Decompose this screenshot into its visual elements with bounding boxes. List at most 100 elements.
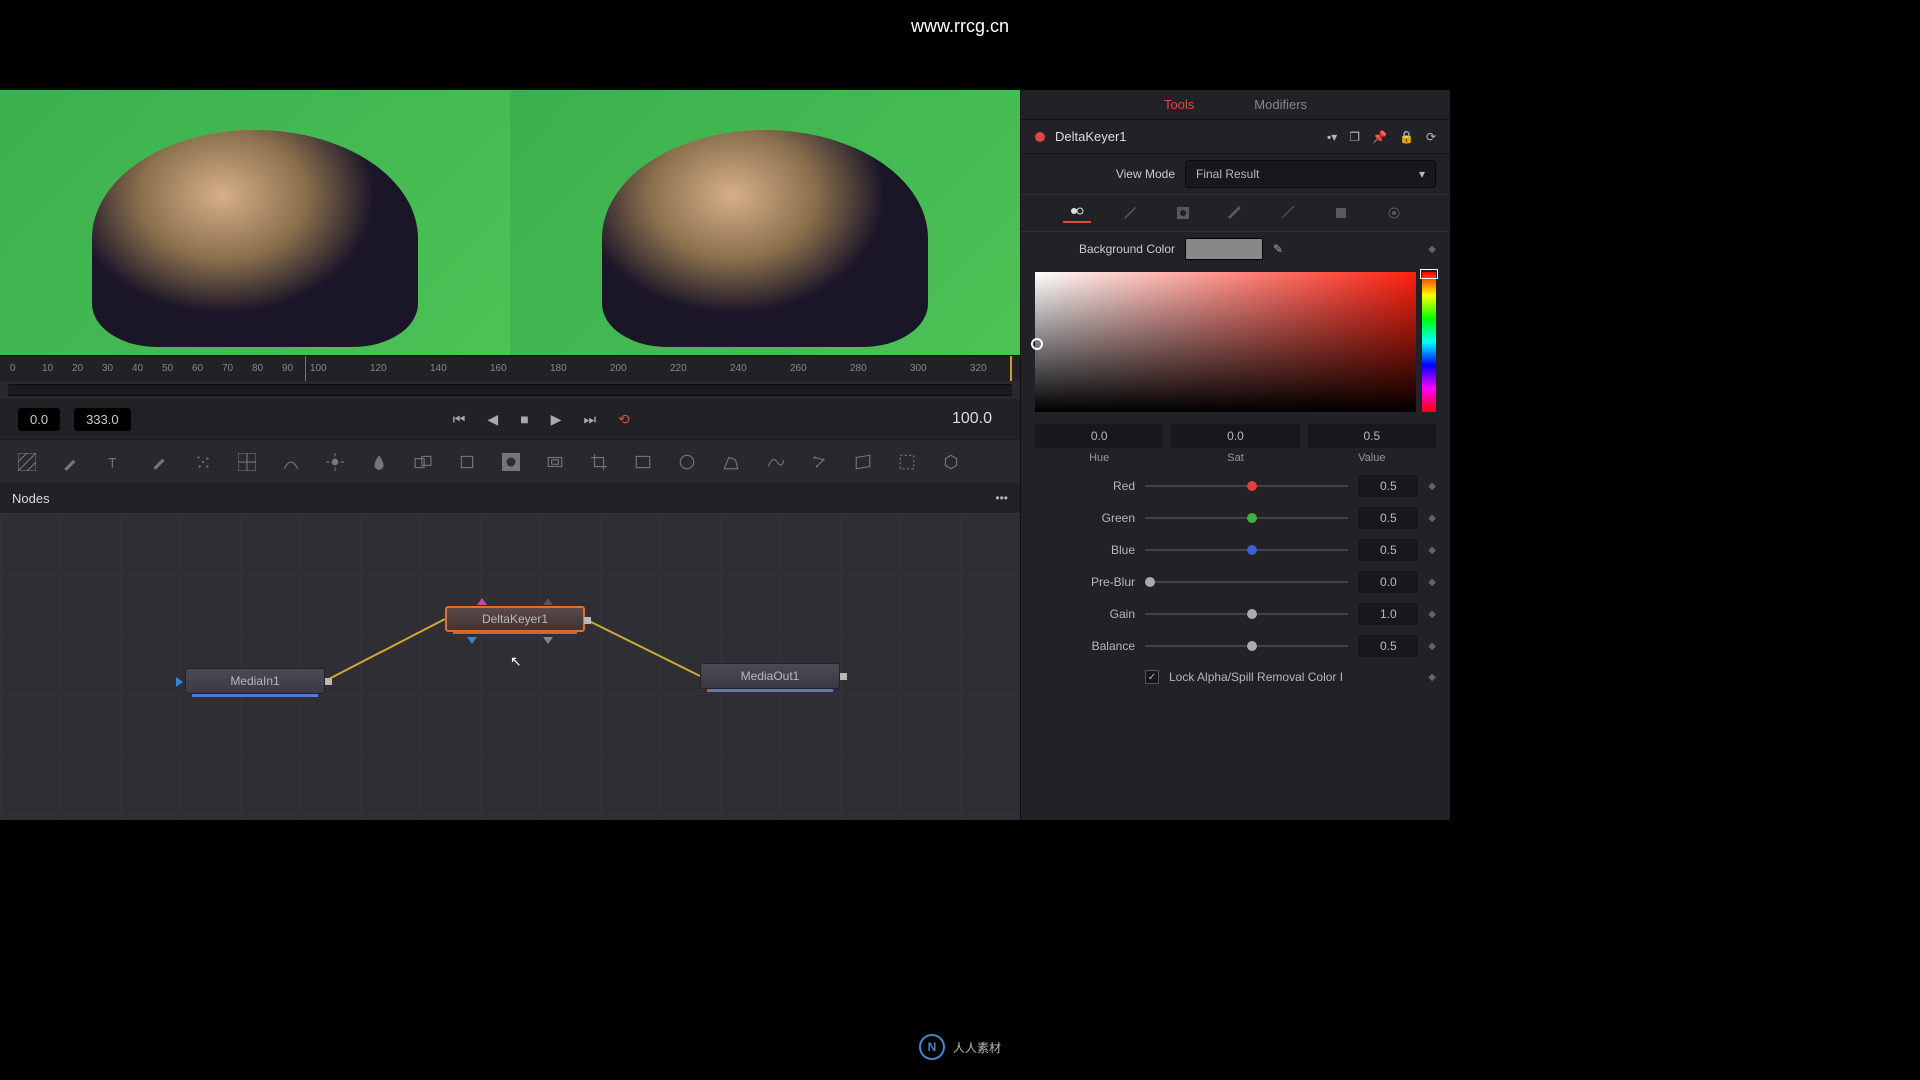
inspector-panel: Tools Modifiers DeltaKeyer1 ▪▾ ❐ 📌 🔒 ⟳ V… bbox=[1020, 90, 1450, 820]
time-ruler[interactable]: 0 10 20 30 40 50 60 70 80 90 100 120 140… bbox=[0, 355, 1020, 381]
subtab-tuning-icon[interactable] bbox=[1274, 203, 1302, 223]
goto-end-icon[interactable]: ⏭ bbox=[583, 411, 596, 428]
transform-tool-icon[interactable] bbox=[458, 453, 476, 471]
eyedropper-icon[interactable]: ✎ bbox=[1273, 242, 1283, 256]
red-value[interactable]: 0.5 bbox=[1358, 475, 1418, 497]
lock-icon[interactable]: 🔒 bbox=[1399, 130, 1414, 144]
planar-tracker-icon[interactable] bbox=[854, 453, 872, 471]
subtab-key-icon[interactable] bbox=[1063, 203, 1091, 223]
gain-slider[interactable] bbox=[1145, 613, 1348, 615]
node-deltakeyer[interactable]: DeltaKeyer1 bbox=[445, 606, 585, 632]
blue-value[interactable]: 0.5 bbox=[1358, 539, 1418, 561]
green-slider[interactable] bbox=[1145, 517, 1348, 519]
viewer-right[interactable] bbox=[510, 90, 1020, 355]
bgcolor-label: Background Color bbox=[1035, 242, 1175, 256]
color-field[interactable] bbox=[1035, 272, 1416, 412]
output-port-icon[interactable] bbox=[840, 673, 847, 680]
color-chip-icon[interactable]: ▪▾ bbox=[1327, 130, 1337, 144]
playhead[interactable] bbox=[305, 356, 306, 381]
node-media-in[interactable]: MediaIn1 bbox=[185, 668, 325, 694]
curve-tool-icon[interactable] bbox=[282, 453, 300, 471]
keyframe-icon[interactable]: ◆ bbox=[1428, 481, 1436, 492]
goto-start-icon[interactable]: ⏮ bbox=[453, 411, 466, 428]
crop-tool-icon[interactable] bbox=[590, 453, 608, 471]
hue-strip[interactable] bbox=[1422, 272, 1436, 412]
tab-modifiers[interactable]: Modifiers bbox=[1254, 97, 1307, 112]
step-back-icon[interactable]: ◀ bbox=[487, 411, 498, 428]
lock-alpha-checkbox[interactable]: ✓ bbox=[1145, 670, 1159, 684]
background-tool-icon[interactable] bbox=[18, 453, 36, 471]
play-icon[interactable]: ▶ bbox=[551, 411, 562, 428]
subtab-mask-icon[interactable] bbox=[1327, 203, 1355, 223]
output-port-icon[interactable] bbox=[584, 617, 591, 624]
blue-slider[interactable] bbox=[1145, 549, 1348, 551]
balance-slider[interactable] bbox=[1145, 645, 1348, 647]
polygon-mask-icon[interactable] bbox=[722, 453, 740, 471]
preblur-slider[interactable] bbox=[1145, 581, 1348, 583]
red-slider[interactable] bbox=[1145, 485, 1348, 487]
solid-matte-port-icon[interactable] bbox=[543, 637, 553, 644]
stop-icon[interactable]: ■ bbox=[520, 411, 528, 427]
subtab-matte-icon[interactable] bbox=[1169, 203, 1197, 223]
pin-icon[interactable]: 📌 bbox=[1372, 130, 1387, 144]
blue-label: Blue bbox=[1035, 543, 1135, 557]
green-value[interactable]: 0.5 bbox=[1358, 507, 1418, 529]
keyer-subtabs bbox=[1021, 194, 1450, 232]
balance-value[interactable]: 0.5 bbox=[1358, 635, 1418, 657]
particles-tool-icon[interactable] bbox=[194, 453, 212, 471]
keyframe-icon[interactable]: ◆ bbox=[1428, 513, 1436, 524]
hue-value[interactable]: 0.0 bbox=[1035, 424, 1163, 448]
sat-value[interactable]: 0.0 bbox=[1171, 424, 1299, 448]
ellipse-mask-icon[interactable] bbox=[678, 453, 696, 471]
keyframe-icon[interactable]: ◆ bbox=[1428, 672, 1436, 683]
merge-tool-icon[interactable] bbox=[414, 453, 432, 471]
subtab-settings-icon[interactable] bbox=[1380, 203, 1408, 223]
rectangle-mask-icon[interactable] bbox=[634, 453, 652, 471]
bgcolor-swatch[interactable] bbox=[1185, 238, 1263, 260]
keyframe-icon[interactable]: ◆ bbox=[1428, 577, 1436, 588]
gain-value[interactable]: 1.0 bbox=[1358, 603, 1418, 625]
in-time[interactable]: 0.0 bbox=[18, 408, 60, 431]
text-tool-icon[interactable]: T bbox=[106, 453, 124, 471]
versions-icon[interactable]: ❐ bbox=[1349, 130, 1360, 144]
brush-tool-icon[interactable] bbox=[150, 453, 168, 471]
corner-pin-icon[interactable] bbox=[898, 453, 916, 471]
out-time[interactable]: 333.0 bbox=[74, 408, 131, 431]
node-media-out[interactable]: MediaOut1 bbox=[700, 663, 840, 689]
input-port-icon[interactable] bbox=[176, 677, 183, 687]
paint-tool-icon[interactable] bbox=[62, 453, 80, 471]
loop-icon[interactable]: ⟲ bbox=[618, 411, 630, 428]
value-value[interactable]: 0.5 bbox=[1308, 424, 1436, 448]
lock-alpha-label: Lock Alpha/Spill Removal Color I bbox=[1169, 670, 1343, 684]
output-port-icon[interactable] bbox=[325, 678, 332, 685]
scrubber[interactable] bbox=[8, 384, 1012, 396]
garbage-matte-port-icon[interactable] bbox=[543, 598, 553, 605]
tracker-tool-icon[interactable] bbox=[810, 453, 828, 471]
3d-tool-icon[interactable] bbox=[942, 453, 960, 471]
subtab-fringe-icon[interactable] bbox=[1221, 203, 1249, 223]
tab-tools[interactable]: Tools bbox=[1164, 97, 1194, 112]
grid-tool-icon[interactable] bbox=[238, 453, 256, 471]
resize-tool-icon[interactable] bbox=[546, 453, 564, 471]
bspline-mask-icon[interactable] bbox=[766, 453, 784, 471]
keyframe-icon[interactable]: ◆ bbox=[1428, 609, 1436, 620]
viewer-left[interactable] bbox=[0, 90, 510, 355]
matte-tool-icon[interactable] bbox=[502, 453, 520, 471]
enable-dot-icon[interactable] bbox=[1035, 132, 1045, 142]
current-frame[interactable]: 100.0 bbox=[952, 410, 1002, 428]
light-tool-icon[interactable] bbox=[326, 453, 344, 471]
subtab-prematte-icon[interactable] bbox=[1116, 203, 1144, 223]
range-end[interactable] bbox=[1010, 356, 1012, 381]
reset-icon[interactable]: ⟳ bbox=[1426, 130, 1436, 144]
view-mode-dropdown[interactable]: Final Result ▾ bbox=[1185, 160, 1436, 188]
keyframe-icon[interactable]: ◆ bbox=[1428, 545, 1436, 556]
effect-mask-port-icon[interactable] bbox=[477, 598, 487, 605]
keyframe-icon[interactable]: ◆ bbox=[1428, 641, 1436, 652]
blur-tool-icon[interactable] bbox=[370, 453, 388, 471]
watermark-url: www.rrcg.cn bbox=[911, 16, 1009, 37]
nodes-options-icon[interactable]: ••• bbox=[995, 491, 1008, 505]
node-canvas[interactable]: MediaIn1 DeltaKeyer1 MediaOut1 ↖ bbox=[0, 513, 1020, 820]
keyframe-icon[interactable]: ◆ bbox=[1428, 244, 1436, 255]
preblur-value[interactable]: 0.0 bbox=[1358, 571, 1418, 593]
input-port-icon[interactable] bbox=[467, 637, 477, 644]
